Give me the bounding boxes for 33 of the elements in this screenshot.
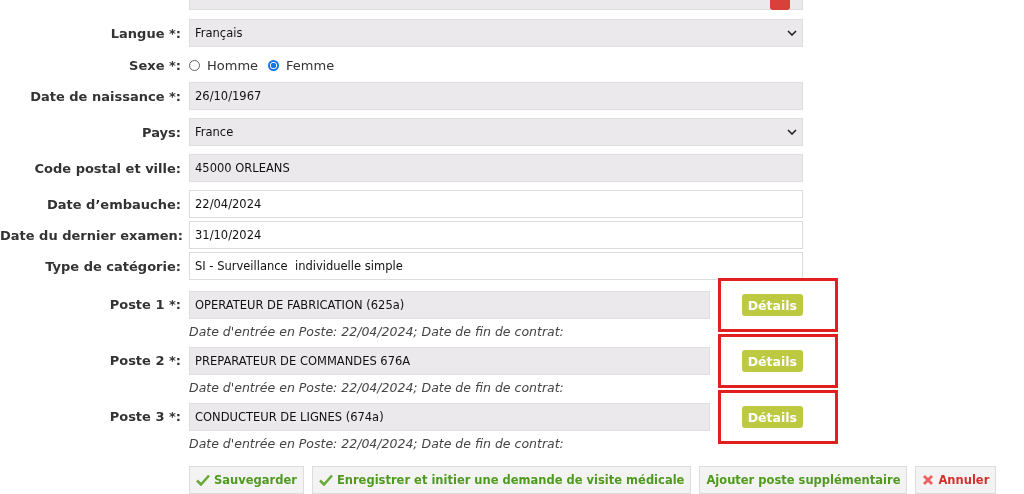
field-label: Sexe *: bbox=[128, 57, 181, 73]
checkmark-icon bbox=[318, 474, 333, 486]
text-field[interactable]: OPERATEUR DE FABRICATION (625a) bbox=[189, 291, 710, 319]
action-button[interactable]: Annuler bbox=[915, 466, 997, 494]
field-label: Type de catégorie: bbox=[44, 258, 181, 274]
text-field[interactable]: 45000 ORLEANS bbox=[189, 154, 803, 182]
radio-button[interactable] bbox=[268, 59, 280, 71]
poste-note: Date d'entrée en Poste: 22/04/2024; Date de fin de contrat: bbox=[189, 436, 565, 451]
input-field[interactable]: 22/04/2024 bbox=[189, 190, 803, 218]
field-label: Poste 2 *: bbox=[108, 352, 181, 370]
text-field[interactable]: 26/10/1967 bbox=[189, 82, 803, 110]
dropdown-field[interactable]: Français bbox=[189, 19, 803, 47]
field-label: Date de naissance *: bbox=[29, 88, 181, 104]
text-field[interactable]: PREPARATEUR DE COMMANDES 676A bbox=[189, 347, 710, 375]
input-field[interactable]: 31/10/2024 bbox=[189, 221, 803, 249]
field-label: Poste 1 *: bbox=[108, 296, 181, 314]
radio-label: Homme bbox=[207, 57, 259, 73]
field-label: Langue *: bbox=[109, 25, 181, 41]
close-icon bbox=[922, 474, 935, 486]
field-label: Code postal et ville: bbox=[33, 160, 181, 176]
poste-note: Date d'entrée en Poste: 22/04/2024; Date de fin de contrat: bbox=[189, 380, 565, 395]
field-label: Pays: bbox=[141, 124, 181, 140]
field-label: Date du dernier examen: bbox=[0, 227, 181, 243]
radio-label: Femme bbox=[286, 57, 335, 73]
dropdown-field[interactable]: France bbox=[189, 118, 803, 146]
chevron-icon bbox=[787, 129, 797, 135]
poste-note: Date d'entrée en Poste: 22/04/2024; Date de fin de contrat: bbox=[189, 324, 565, 339]
field-label: Date d’embauche: bbox=[45, 196, 181, 212]
checkmark-icon bbox=[196, 474, 210, 486]
field-label: Poste 3 *: bbox=[108, 408, 181, 426]
chevron-icon bbox=[787, 30, 797, 36]
input-field[interactable]: SI - Surveillance individuelle simple bbox=[189, 252, 803, 280]
text-field[interactable]: CONDUCTEUR DE LIGNES (674a) bbox=[189, 403, 710, 431]
